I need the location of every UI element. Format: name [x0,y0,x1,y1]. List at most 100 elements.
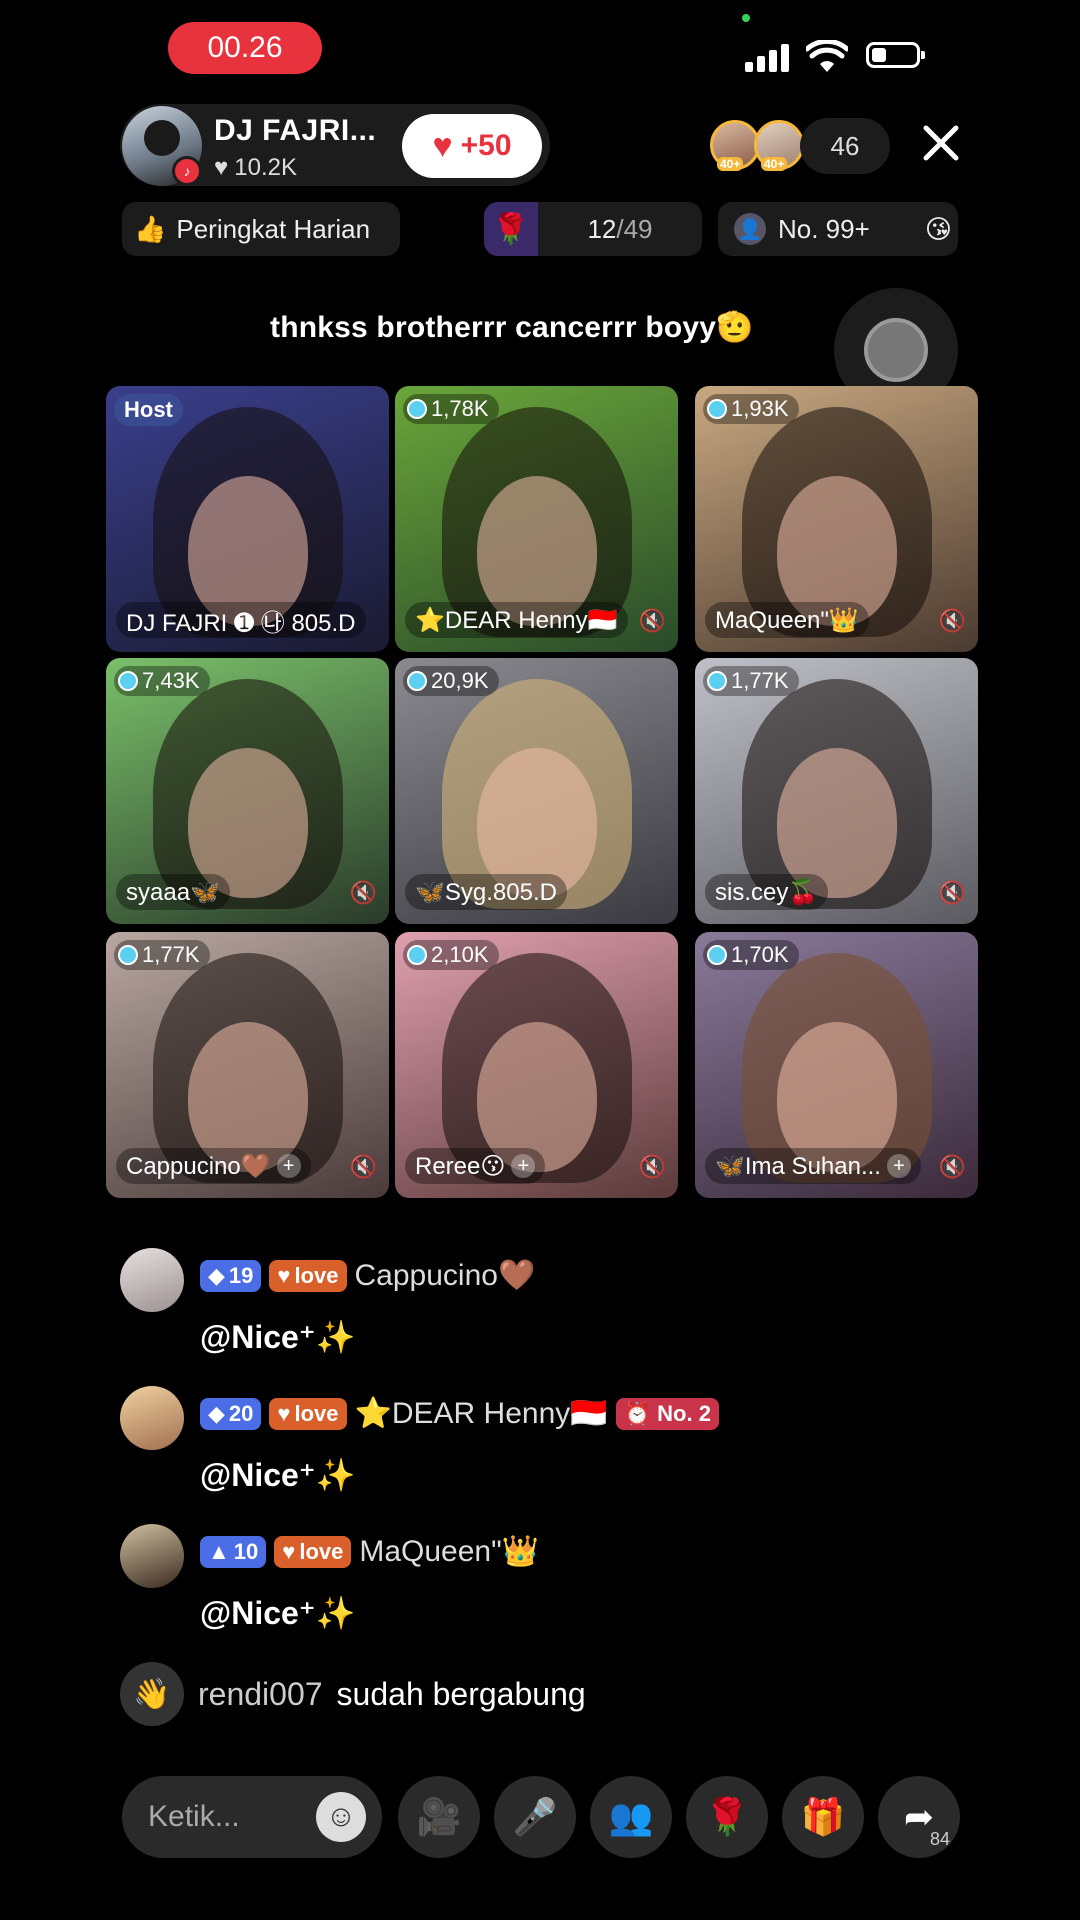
comment-header: ▲ 10 ♥ love MaQueen"👑 [200,1534,539,1569]
emoji-icon: 😘 [924,213,952,244]
mic-muted-icon: 🔇 [349,1154,377,1179]
guest-tile[interactable]: 7,43K syaaa🦋 🔇 [106,658,389,924]
score-icon [118,671,138,691]
mic-muted-icon: 🔇 [938,880,966,905]
comment-text: @Nice⁺✨ [200,1595,356,1631]
guest-name: DJ FAJRI ➊ ㉯ 805.D [116,602,366,638]
join-username[interactable]: rendi007 [198,1676,323,1713]
top-viewer-avatar[interactable]: 40+ [710,120,760,171]
viewer-count[interactable]: 46 [800,118,890,174]
guest-score: 7,43K [114,666,210,696]
gift-button[interactable]: 🎁 [782,1776,864,1858]
guest-tile[interactable]: 1,70K 🦋Ima Suhan... + 🔇 [695,932,978,1198]
level-badge: ◆ 20 [200,1397,262,1430]
close-icon[interactable] [918,120,964,166]
comment-input[interactable]: Ketik... ☺ [122,1776,382,1858]
host-tag: Host [114,394,183,426]
guests-button[interactable]: 👥 [590,1776,672,1858]
guest-tile[interactable]: 1,77K sis.cey🍒 🔇 [695,658,978,924]
guest-name: MaQueen"👑 [705,602,869,638]
comment-username[interactable]: MaQueen"👑 [359,1534,539,1569]
microphone-icon: 🎤 [512,1796,558,1837]
mic-muted-icon: 🔇 [349,880,377,905]
score-icon [407,945,427,965]
privacy-indicator [742,14,750,22]
comment-username[interactable]: Cappucino🤎 [355,1258,536,1293]
guest-tile[interactable]: 1,93K MaQueen"👑 🔇 [695,386,978,652]
host-name: DJ FAJRI... [214,114,377,147]
guest-score: 20,9K [403,666,499,696]
score-icon [407,671,427,691]
rose-gift-button[interactable]: 🌹 [686,1776,768,1858]
guest-score: 1,70K [703,940,799,970]
heart-small-icon: ♥ [214,154,229,181]
guest-score: 1,78K [403,394,499,424]
guest-tile[interactable]: 2,10K Reree😗 + 🔇 [395,932,678,1198]
guest-score: 1,77K [703,666,799,696]
follow-plus-icon[interactable]: + [886,1154,911,1178]
follow-plus-icon[interactable]: + [511,1154,536,1178]
emoji-icon[interactable]: ☺ [316,1792,366,1842]
guest-name: 🦋Ima Suhan... + [705,1148,921,1184]
video-camera-icon: 🎥 [416,1796,462,1837]
rank-number-button[interactable]: 👤 No. 99+ 😘 [718,202,958,256]
mic-muted-icon: 🔇 [938,1154,966,1179]
share-button[interactable]: ➦ 84 [878,1776,960,1858]
thumb-icon: 👍 [134,213,167,244]
like-button[interactable]: ♥ +50 [402,114,542,178]
level-badge: ◆ 19 [200,1259,262,1292]
signal-icon [745,44,791,72]
comment-header: ◆ 20 ♥ love ⭐DEAR Henny🇮🇩 ⏰ No. 2 [200,1396,719,1431]
score-icon [118,945,138,965]
score-icon [707,945,727,965]
comment-header: ◆ 19 ♥ love Cappucino🤎 [200,1258,535,1293]
guest-name: 🦋Syg.805.D [405,874,567,910]
video-camera-button[interactable]: 🎥 [398,1776,480,1858]
wave-hand-icon: 👋 [120,1662,184,1726]
score-icon [707,399,727,419]
guest-score: 1,77K [114,940,210,970]
microphone-button[interactable]: 🎤 [494,1776,576,1858]
live-timer: 00.26 [168,22,322,74]
mic-muted-icon: 🔇 [938,608,966,633]
guest-name: sis.cey🍒 [705,874,829,910]
fan-badge: ♥ love [274,1535,352,1568]
guest-name: ⭐DEAR Henny🇮🇩 [405,602,628,638]
person-icon: 👤 [734,213,766,245]
fan-badge: ♥ love [269,1259,347,1292]
guest-tile[interactable]: 20,9K 🦋Syg.805.D [395,658,678,924]
banner-message: thnkss brotherrr cancerrr boyy🫡 [270,311,754,344]
fan-badge: ♥ love [269,1397,347,1430]
rose-icon: 🌹 [704,1796,750,1837]
heart-icon: ♥ [432,127,453,165]
battery-icon [866,42,925,68]
rose-icon: 🌹 [484,202,538,256]
guest-score: 2,10K [403,940,499,970]
rose-goal[interactable]: 🌹 12/49 [484,202,702,256]
host-likes: ♥ 10.2K [214,154,297,181]
guest-tile-host[interactable]: Host DJ FAJRI ➊ ㉯ 805.D [106,386,389,652]
guest-name: Reree😗 + [405,1148,546,1184]
commenter-avatar[interactable] [120,1386,184,1450]
people-icon: 👥 [608,1796,654,1837]
mic-muted-icon: 🔇 [638,608,666,633]
comment-text: @Nice⁺✨ [200,1457,356,1493]
guest-name: syaaa🦋 [116,874,230,910]
level-badge: ▲ 10 [200,1535,267,1568]
comment-text: @Nice⁺✨ [200,1319,356,1355]
comment-username[interactable]: ⭐DEAR Henny🇮🇩 [355,1396,608,1431]
gift-icon: 🎁 [800,1796,846,1837]
follow-plus-icon[interactable]: + [276,1154,301,1178]
share-count: 84 [929,1829,950,1849]
rank-badge: ⏰ No. 2 [615,1397,719,1430]
wifi-icon [806,40,848,72]
top-viewer-avatar[interactable]: 40+ [754,120,804,171]
score-icon [407,399,427,419]
join-notice: 👋 rendi007 sudah bergabung [120,1662,586,1726]
daily-ranking-button[interactable]: 👍 Peringkat Harian [122,202,400,256]
guest-tile[interactable]: 1,77K Cappucino🤎 + 🔇 [106,932,389,1198]
host-level-icon: ♪ [172,156,202,186]
commenter-avatar[interactable] [120,1248,184,1312]
commenter-avatar[interactable] [120,1524,184,1588]
guest-tile[interactable]: 1,78K ⭐DEAR Henny🇮🇩 🔇 [395,386,678,652]
